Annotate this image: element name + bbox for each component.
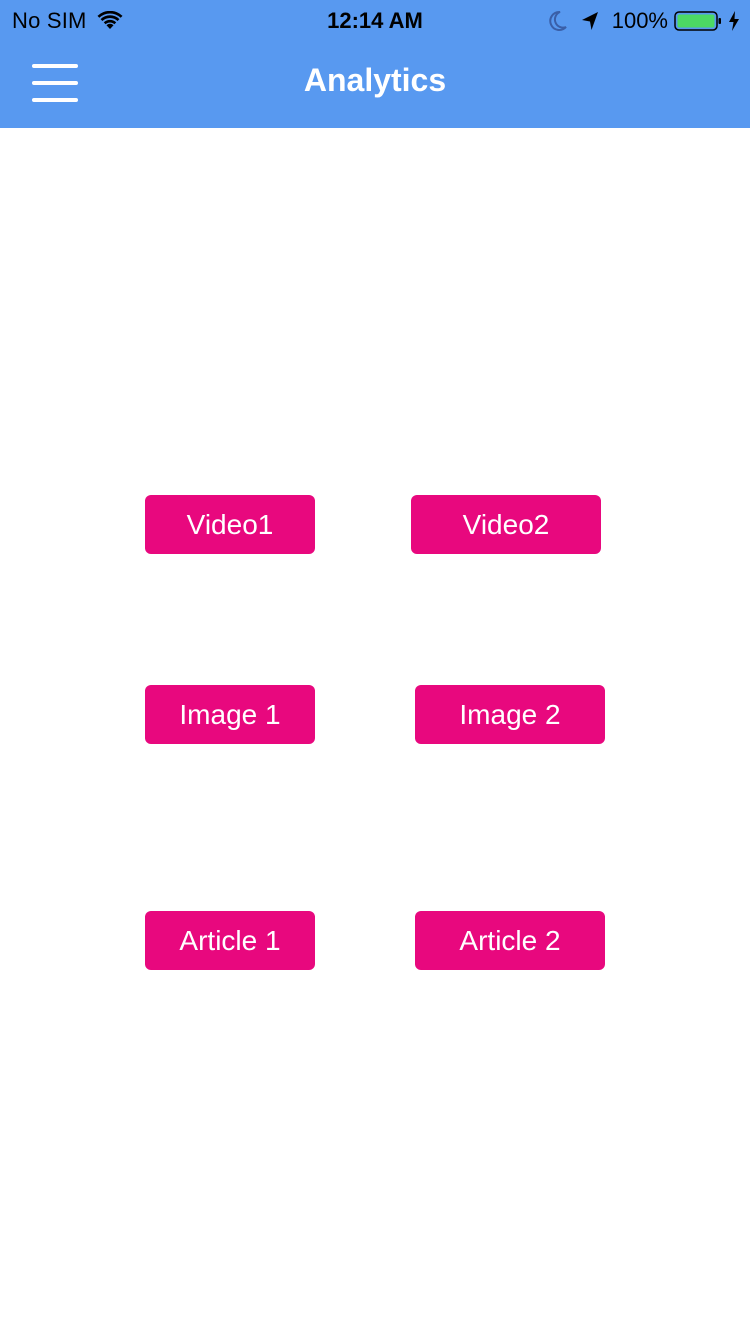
status-bar: No SIM 12:14 AM 100% bbox=[0, 0, 750, 40]
image2-button[interactable]: Image 2 bbox=[415, 685, 605, 744]
charging-bolt-icon bbox=[729, 11, 739, 31]
page-title: Analytics bbox=[303, 62, 447, 98]
article1-button[interactable]: Article 1 bbox=[145, 911, 315, 970]
navigation-bar: Analytics bbox=[0, 40, 750, 128]
video2-button[interactable]: Video2 bbox=[411, 495, 601, 554]
battery-icon bbox=[674, 11, 721, 31]
video1-button[interactable]: Video1 bbox=[145, 495, 315, 554]
moon-icon bbox=[549, 10, 567, 31]
article2-button[interactable]: Article 2 bbox=[415, 911, 605, 970]
location-arrow-icon bbox=[581, 12, 598, 30]
battery-percent: 100% bbox=[611, 8, 668, 33]
app-header: No SIM 12:14 AM 100% Analytics bbox=[0, 0, 750, 128]
status-right: 100% bbox=[548, 8, 740, 34]
image1-button[interactable]: Image 1 bbox=[145, 685, 315, 744]
